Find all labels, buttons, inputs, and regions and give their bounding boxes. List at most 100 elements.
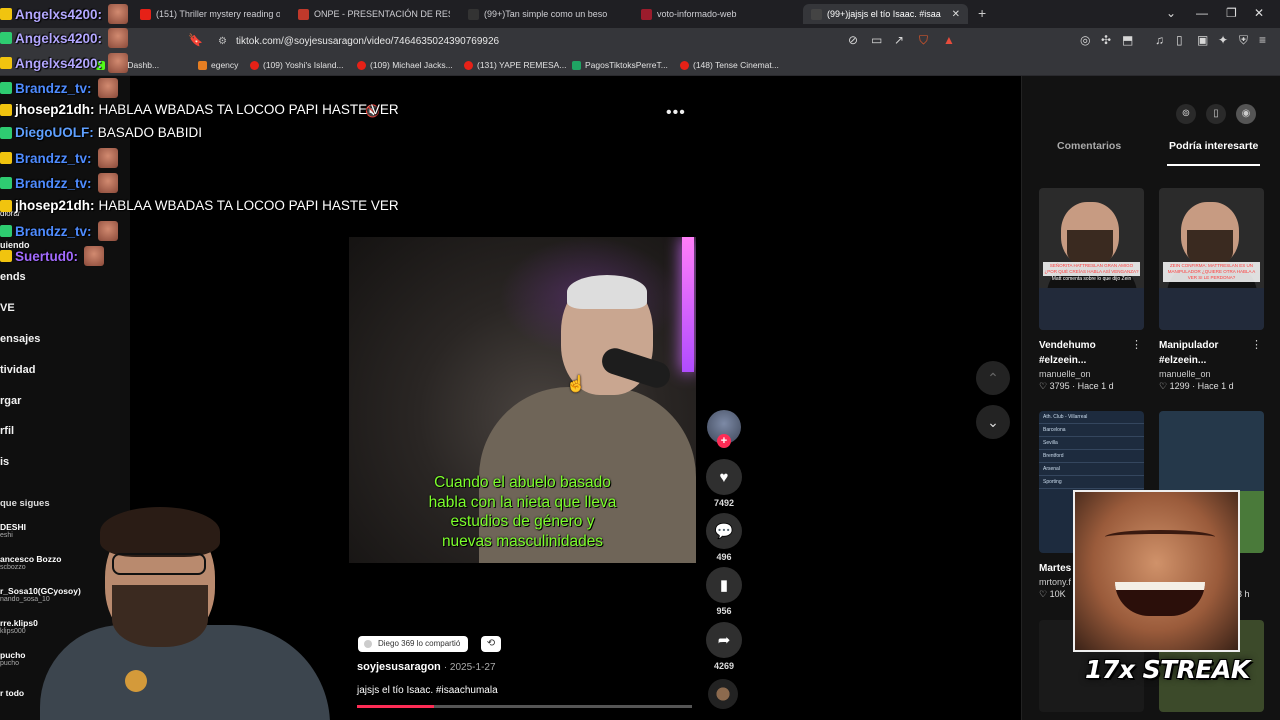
new-tab-button[interactable]: +: [978, 5, 986, 21]
follow-plus-icon[interactable]: +: [717, 434, 731, 448]
save-count: 956: [716, 606, 732, 616]
video-author[interactable]: soyjesusaragon · 2025-1-27: [357, 661, 496, 673]
vpn-icon[interactable]: ⛨: [1239, 33, 1248, 48]
like-count: 7492: [713, 498, 735, 508]
next-video-button[interactable]: ⌄: [976, 405, 1010, 439]
nav-item-partial[interactable]: diorar: [0, 209, 20, 218]
comment-count: 496: [716, 552, 732, 562]
following-account[interactable]: pucho pucho: [0, 650, 26, 667]
downloads-icon[interactable]: ⬒: [1122, 33, 1133, 47]
schedule-row: Sevilla: [1039, 437, 1144, 450]
tab-you-may-like[interactable]: Podría interesarte: [1169, 140, 1258, 152]
extension-icon[interactable]: ◎: [1080, 33, 1090, 47]
youtube-icon: [680, 60, 689, 70]
suggested-video-card[interactable]: Ath. Club - Villarreal Barcelona Sevilla…: [1039, 411, 1144, 600]
card-user[interactable]: manuelle_on: [1159, 369, 1264, 379]
video-thumbnail[interactable]: [1159, 411, 1264, 553]
suggested-video-card[interactable]: SEÑORITA HATTRESLAN GRAN AMIGO ¿POR QUÉ …: [1039, 188, 1144, 392]
browser-tab[interactable]: (99+)Tan simple como un beso: [460, 4, 625, 24]
music-icon[interactable]: ♫: [1155, 33, 1164, 47]
sidebar-icon[interactable]: ▯: [1176, 33, 1183, 47]
card-user[interactable]: manuelle_on: [1039, 369, 1144, 379]
nav-item-messages[interactable]: ensajes: [0, 333, 40, 345]
card-user[interactable]: mrtony.f: [1039, 577, 1144, 587]
video-progress-bar[interactable]: [357, 705, 692, 708]
address-bar: 🔖 ⚙ tiktok.com/@soyjesusaragon/video/746…: [0, 28, 1280, 56]
card-meta: ♡ 3795 · Hace 1 d: [1039, 381, 1114, 391]
tracking-icon[interactable]: ⊘: [848, 33, 858, 47]
following-account[interactable]: rre.klips0 klips000: [0, 618, 38, 635]
card-title[interactable]: Vendehumo #elzeein...: [1039, 338, 1144, 368]
brave-shield-icon[interactable]: ⛉: [919, 33, 928, 48]
heart-icon[interactable]: ♥: [706, 459, 742, 495]
bookmark-icon[interactable]: ▮: [706, 567, 742, 603]
music-disc-icon[interactable]: [708, 679, 738, 709]
device-icon[interactable]: ▯: [1206, 104, 1226, 124]
nav-item-partial[interactable]: uiendo: [0, 240, 30, 250]
following-account[interactable]: r_Sosa10(GCyosoy) nando_sosa_10: [0, 586, 81, 603]
more-options-icon[interactable]: •••: [666, 104, 686, 122]
nav-item-live[interactable]: VE: [0, 302, 15, 314]
bookmark[interactable]: (148) Tense Cinemat...: [680, 60, 779, 70]
minimize-icon[interactable]: —: [1196, 6, 1208, 20]
card-title[interactable]: Manipulador #elzeein...: [1159, 338, 1264, 368]
share-arrow-icon[interactable]: ➦: [706, 622, 742, 658]
more-vertical-icon[interactable]: ⋮: [1131, 338, 1142, 351]
tab-comments[interactable]: Comentarios: [1057, 140, 1121, 152]
install-icon[interactable]: ▭: [871, 33, 882, 47]
suggested-video-card[interactable]: ZEIN CONFIRMA: MATTRESLAN ES UN MANIPULA…: [1159, 188, 1264, 392]
like-action[interactable]: ♥ 7492: [704, 459, 744, 508]
bookmark[interactable]: Kick Dashb...: [96, 60, 159, 70]
bookmark[interactable]: egency: [198, 60, 238, 70]
card-title[interactable]: Martes: [1039, 561, 1144, 576]
video-thumbnail[interactable]: ZEIN CONFIRMA: MATTRESLAN ES UN MANIPULA…: [1159, 188, 1264, 330]
bookmark[interactable]: (109) Yoshi's Island...: [250, 60, 344, 70]
share-icon[interactable]: ↗: [894, 33, 904, 47]
puzzle-icon[interactable]: ✣: [1101, 33, 1111, 47]
nav-item-friends[interactable]: ends: [0, 271, 26, 283]
nav-item-upload[interactable]: rgar: [0, 395, 21, 407]
video-thumbnail[interactable]: Ath. Club - Villarreal Barcelona Sevilla…: [1039, 411, 1144, 553]
browser-tab[interactable]: ONPE - PRESENTACIÓN DE RESULTA: [290, 4, 450, 24]
bookmark[interactable]: (131) YAPE REMESA...: [464, 60, 566, 70]
browser-tab[interactable]: voto-informado-web: [633, 4, 793, 24]
user-avatar[interactable]: ◉: [1236, 104, 1256, 124]
activity-icon[interactable]: ⊚: [1176, 104, 1196, 124]
nav-item-profile[interactable]: rfil: [0, 425, 14, 437]
comment-icon[interactable]: 💬: [706, 513, 742, 549]
volume-icon[interactable]: 🔇: [365, 104, 380, 118]
restore-icon[interactable]: ❐: [1226, 6, 1237, 20]
rewards-icon[interactable]: ▲: [943, 33, 955, 47]
repost-icon[interactable]: ⟲: [481, 636, 501, 652]
share-action[interactable]: ➦ 4269: [704, 622, 744, 671]
site-info-icon[interactable]: ⚙: [218, 36, 230, 48]
video-player[interactable]: Cuando el abuelo basado habla con la nie…: [349, 237, 696, 563]
onpe-icon: [298, 8, 309, 20]
leo-icon[interactable]: ✦: [1218, 33, 1228, 47]
close-tab-icon[interactable]: ✕: [946, 9, 960, 20]
comment-action[interactable]: 💬 496: [704, 513, 744, 562]
repost-label[interactable]: Diego 369 lo compartió: [358, 636, 469, 652]
suggested-video-card[interactable]: 3 h: [1159, 411, 1264, 599]
video-description[interactable]: jajsjs el tío Isaac. #isaachumala: [357, 685, 498, 696]
browser-tab-active[interactable]: (99+)jajsjs el tío Isaac. #isaachun ✕: [803, 4, 968, 24]
wallet-icon[interactable]: ▣: [1197, 33, 1208, 47]
bookmark[interactable]: PagosTiktoksPerreT...: [572, 60, 668, 70]
close-window-icon[interactable]: ✕: [1254, 6, 1264, 20]
nav-item-more[interactable]: is: [0, 456, 9, 468]
schedule-row: Sporting: [1039, 476, 1144, 489]
kick-icon: [96, 60, 105, 70]
tab-search-icon[interactable]: ⌄: [1166, 6, 1176, 20]
browser-tab[interactable]: (151) Thriller mystery reading or: [132, 4, 280, 24]
video-thumbnail[interactable]: SEÑORITA HATTRESLAN GRAN AMIGO ¿POR QUÉ …: [1039, 188, 1144, 330]
bookmark[interactable]: (109) Michael Jacks...: [357, 60, 453, 70]
bookmark-page-icon[interactable]: 🔖: [188, 33, 203, 47]
save-action[interactable]: ▮ 956: [704, 567, 744, 616]
more-vertical-icon[interactable]: ⋮: [1251, 338, 1262, 351]
menu-icon[interactable]: ≡: [1259, 33, 1266, 47]
nav-item-activity[interactable]: tividad: [0, 364, 35, 376]
following-account[interactable]: DESHI eshi: [0, 522, 26, 539]
previous-video-button[interactable]: ⌃: [976, 361, 1010, 395]
following-account[interactable]: ancesco Bozzo scbozzo: [0, 554, 61, 571]
following-account[interactable]: r todo: [0, 688, 24, 698]
